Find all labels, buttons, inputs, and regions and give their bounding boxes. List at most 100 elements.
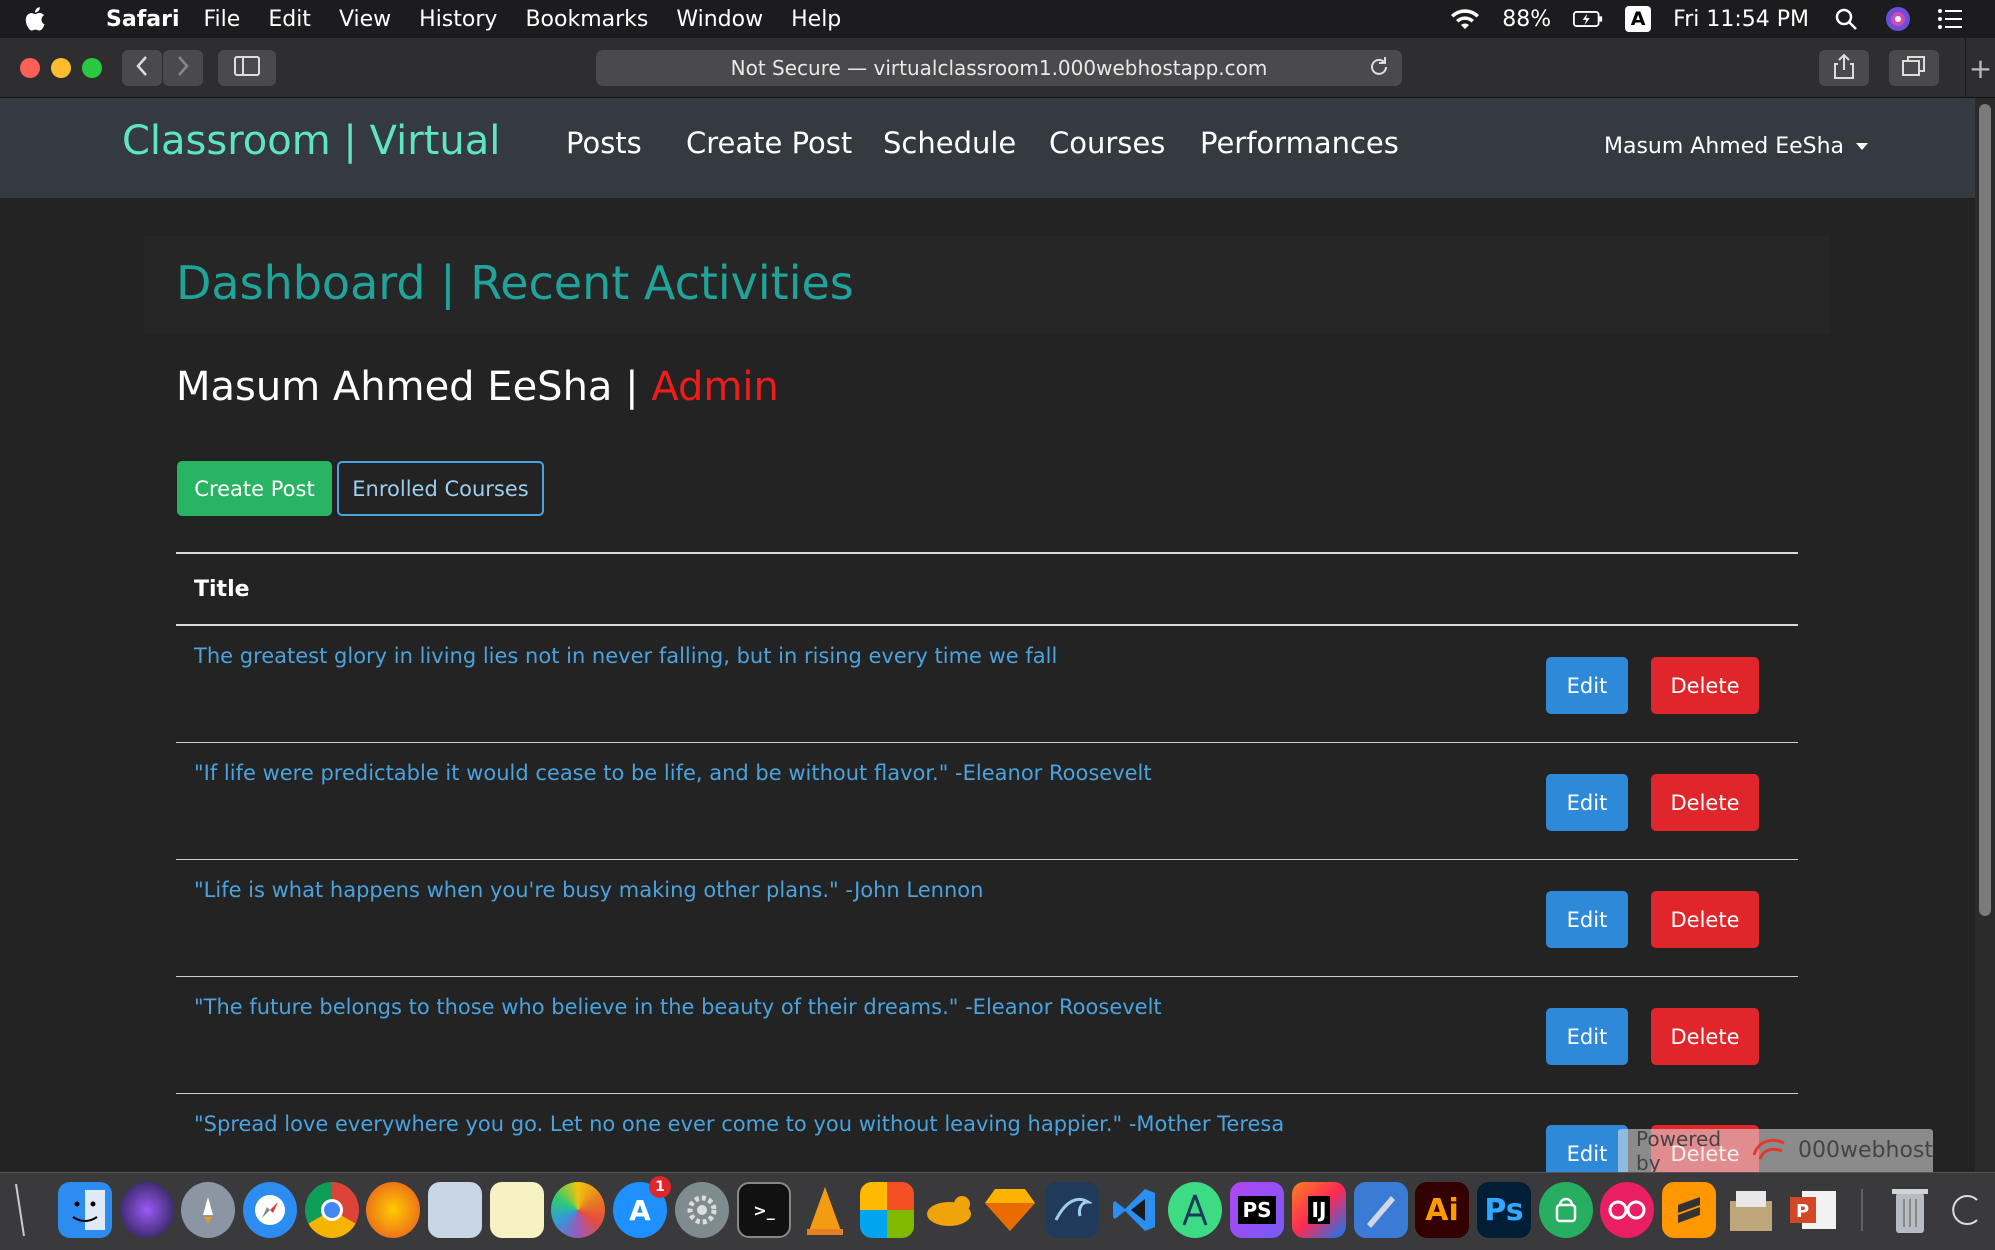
delete-button[interactable]: Delete [1651, 891, 1759, 948]
nav-performances[interactable]: Performances [1200, 126, 1399, 160]
delete-button[interactable]: Delete [1651, 1008, 1759, 1065]
window-minimize-button[interactable] [51, 58, 71, 78]
menu-clock[interactable]: Fri 11:54 PM [1673, 7, 1809, 32]
edit-button[interactable]: Edit [1546, 774, 1628, 831]
notes-icon[interactable] [490, 1182, 544, 1238]
illustrator-icon[interactable]: Ai [1415, 1182, 1469, 1238]
new-tab-button[interactable]: + [1965, 38, 1995, 98]
menu-edit[interactable]: Edit [268, 7, 311, 32]
menu-bookmarks[interactable]: Bookmarks [525, 7, 648, 32]
photoshop-icon[interactable]: Ps [1477, 1182, 1531, 1238]
apple-icon[interactable] [22, 0, 66, 38]
nav-create-post[interactable]: Create Post [686, 126, 852, 160]
create-post-button[interactable]: Create Post [177, 461, 332, 516]
intellij-icon[interactable]: IJ [1292, 1182, 1346, 1238]
posts-table: Title The greatest glory in living lies … [176, 552, 1798, 1172]
powerpoint-icon[interactable]: P [1786, 1182, 1840, 1238]
chrome-icon[interactable] [305, 1182, 359, 1238]
preview-icon[interactable] [428, 1182, 482, 1238]
dock-edge-icon [1944, 1182, 1984, 1238]
menu-app-name[interactable]: Safari [106, 7, 180, 32]
sublime-text-icon[interactable] [1662, 1182, 1716, 1238]
intellij-label: IJ [1307, 1196, 1331, 1224]
table-header-title: Title [176, 552, 1798, 626]
enrolled-courses-button[interactable]: Enrolled Courses [337, 461, 544, 516]
safari-icon[interactable] [243, 1182, 297, 1238]
battery-charging-icon[interactable] [1573, 4, 1603, 34]
caret-down-icon [1856, 143, 1869, 150]
site-navbar: Classroom | Virtual Posts Create Post Sc… [0, 98, 1975, 198]
phpstorm-icon[interactable]: PS [1230, 1182, 1284, 1238]
finder-icon[interactable] [58, 1182, 112, 1238]
android-file-transfer-icon[interactable] [1539, 1182, 1593, 1238]
page-title: Dashboard | Recent Activities [176, 256, 854, 310]
app-store-badge: 1 [649, 1176, 671, 1198]
spotlight-search-icon[interactable] [1831, 4, 1861, 34]
edit-button[interactable]: Edit [1546, 1125, 1628, 1172]
delete-button[interactable]: Delete [1651, 657, 1759, 714]
post-title-link[interactable]: "If life were predictable it would cease… [194, 761, 1152, 785]
menu-bar: Safari File Edit View History Bookmarks … [0, 0, 1995, 38]
user-dropdown-label: Masum Ahmed EeSha [1604, 134, 1845, 159]
scrollbar-thumb[interactable] [1979, 104, 1991, 916]
xcode-icon[interactable] [1354, 1182, 1408, 1238]
tabs-overview-button[interactable] [1889, 50, 1939, 86]
post-title-link[interactable]: "Spread love everywhere you go. Let no o… [194, 1112, 1284, 1136]
sketch-icon[interactable] [983, 1182, 1037, 1238]
plus-icon: + [1968, 51, 1993, 85]
launchpad-icon[interactable] [181, 1182, 235, 1238]
firefox-icon[interactable] [366, 1182, 420, 1238]
back-button[interactable] [122, 50, 162, 86]
menu-file[interactable]: File [204, 7, 241, 32]
wifi-icon[interactable] [1450, 4, 1480, 34]
forward-button[interactable] [163, 50, 203, 86]
edit-button[interactable]: Edit [1546, 891, 1628, 948]
post-title-link[interactable]: "The future belongs to those who believe… [194, 995, 1162, 1019]
heading-separator: | [612, 364, 652, 410]
window-zoom-button[interactable] [82, 58, 102, 78]
chevron-left-icon [135, 55, 149, 81]
app-store-icon[interactable]: A 1 [613, 1176, 671, 1238]
dashboard-header: Dashboard | Recent Activities [144, 236, 1830, 334]
system-preferences-icon[interactable] [675, 1182, 729, 1238]
window-close-button[interactable] [20, 58, 40, 78]
photos-icon[interactable] [551, 1182, 605, 1238]
input-source-icon[interactable]: A [1625, 6, 1652, 32]
address-bar[interactable]: Not Secure — virtualclassroom1.000webhos… [596, 50, 1402, 86]
nav-posts[interactable]: Posts [566, 126, 642, 160]
archive-utility-icon[interactable] [1724, 1182, 1778, 1238]
mysql-workbench-icon[interactable] [1045, 1182, 1099, 1238]
edit-button[interactable]: Edit [1546, 657, 1628, 714]
flickr-icon[interactable] [1600, 1182, 1654, 1238]
nav-schedule[interactable]: Schedule [883, 126, 1016, 160]
share-button[interactable] [1819, 50, 1869, 86]
sidebar-toggle-button[interactable] [218, 50, 276, 86]
microsoft-office-icon[interactable] [860, 1182, 914, 1238]
android-studio-icon[interactable] [1168, 1182, 1222, 1238]
nav-courses[interactable]: Courses [1049, 126, 1165, 160]
post-title-link[interactable]: "Life is what happens when you're busy m… [194, 878, 983, 902]
vscode-icon[interactable] [1107, 1182, 1161, 1238]
menu-window[interactable]: Window [676, 7, 763, 32]
user-dropdown[interactable]: Masum Ahmed EeSha [1604, 134, 1869, 159]
siri-icon[interactable] [1883, 4, 1913, 34]
terminal-icon[interactable]: >_ [737, 1182, 791, 1238]
table-row: "Spread love everywhere you go. Let no o… [176, 1094, 1798, 1172]
menu-help[interactable]: Help [791, 7, 841, 32]
menu-view[interactable]: View [339, 7, 391, 32]
notification-center-icon[interactable] [1935, 4, 1965, 34]
vlc-icon[interactable] [798, 1182, 852, 1238]
edit-button[interactable]: Edit [1546, 1008, 1628, 1065]
table-row: The greatest glory in living lies not in… [176, 626, 1798, 743]
transmit-icon[interactable] [922, 1182, 976, 1238]
siri-app-icon[interactable] [120, 1182, 174, 1238]
page-scrollbar[interactable] [1975, 98, 1995, 1172]
site-brand[interactable]: Classroom | Virtual [122, 118, 500, 164]
menu-history[interactable]: History [419, 7, 497, 32]
powered-by-banner[interactable]: Powered by 000webhost [1618, 1127, 1933, 1172]
delete-button[interactable]: Delete [1651, 774, 1759, 831]
reload-icon[interactable] [1368, 56, 1390, 83]
post-title-link[interactable]: The greatest glory in living lies not in… [194, 644, 1057, 668]
trash-icon[interactable] [1883, 1182, 1937, 1238]
user-heading: Masum Ahmed EeSha | Admin [176, 364, 779, 410]
